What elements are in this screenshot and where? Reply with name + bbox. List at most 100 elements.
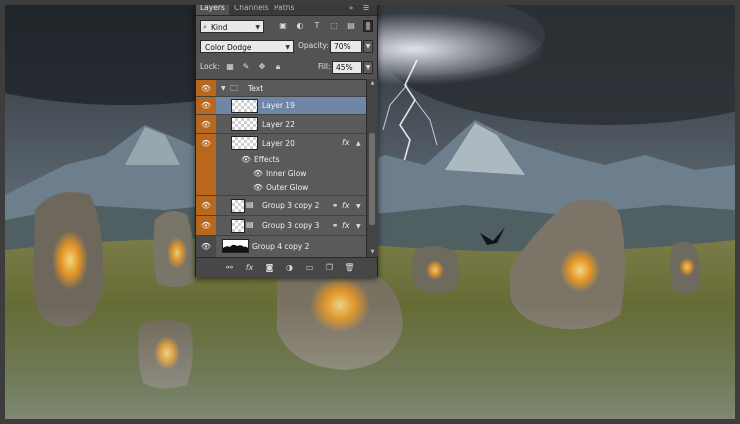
scroll-up-icon[interactable]: ▲ (367, 79, 378, 88)
visibility-cell: 👁︎ (196, 216, 216, 235)
opacity-input[interactable]: 70% (330, 40, 362, 53)
adjustment-layer-icon[interactable]: ◑ (284, 262, 295, 273)
eye-icon[interactable]: 👁︎ (252, 170, 264, 178)
fx-badge[interactable]: fx (342, 201, 350, 210)
search-icon: ⌕ (203, 23, 207, 31)
blend-row: Color Dodge ▼ Opacity: 70% ▼ (200, 39, 373, 55)
visibility-cell: 👁︎ (196, 115, 216, 133)
new-layer-icon[interactable]: ❐ (324, 262, 335, 273)
effect-inner-glow[interactable]: Inner Glow (266, 169, 306, 178)
fill-input[interactable]: 45% (332, 61, 362, 74)
lock-transparent-icon[interactable]: ▦ (225, 61, 235, 73)
new-group-icon[interactable]: ▭ (304, 262, 315, 273)
eye-icon[interactable]: 👁︎ (200, 102, 212, 110)
layers-panel: Layers Channels Paths » ☰ ⌕ Kind ▼ ▣ ◐ T… (195, 5, 378, 277)
chevron-down-icon[interactable]: ▼ (356, 203, 361, 210)
layer-name: Layer 20 (262, 139, 295, 148)
layer-row-text-group[interactable]: 👁︎ ▼ 🗀︎ Text (196, 80, 366, 97)
filter-toggle-switch[interactable] (363, 20, 373, 32)
layer-thumbnail (231, 117, 258, 131)
eye-icon[interactable]: 👁︎ (200, 243, 212, 251)
tab-paths[interactable]: Paths (270, 5, 298, 15)
visibility-cell: 👁︎ (196, 196, 216, 215)
add-mask-icon[interactable]: ◙ (264, 262, 275, 273)
layer-list-scrollbar[interactable]: ▲ ▼ (366, 79, 378, 257)
blend-mode-value: Color Dodge (205, 43, 252, 52)
chevron-down-icon: ▼ (255, 24, 260, 31)
chevron-up-icon[interactable]: ▲ (356, 140, 361, 147)
link-icon: ⚭ (332, 221, 339, 230)
kind-filter-select[interactable]: ⌕ Kind ▼ (200, 20, 264, 33)
trash-icon[interactable]: 🗑︎ (344, 262, 355, 273)
panel-tab-bar: Layers Channels Paths » ☰ (196, 5, 377, 16)
layer-name: Text (248, 84, 264, 93)
link-layers-icon[interactable]: ⚯ (224, 262, 235, 273)
layer-list: 👁︎ ▼ 🗀︎ Text 👁︎ Layer 19 👁︎ Layer 22 👁︎ … (196, 79, 366, 258)
visibility-cell: 👁︎ (196, 80, 216, 96)
layer-row-layer-22[interactable]: 👁︎ Layer 22 (196, 115, 366, 134)
window-frame: Layers Channels Paths » ☰ ⌕ Kind ▼ ▣ ◐ T… (0, 0, 740, 424)
tab-layers[interactable]: Layers (196, 5, 229, 15)
smart-object-filter-icon[interactable]: ▤ (346, 21, 356, 31)
chevron-down-icon: ▼ (285, 44, 290, 51)
eye-icon[interactable]: 👁︎ (200, 121, 212, 129)
kind-filter-label: Kind (211, 23, 228, 32)
folder-icon: 🗀︎ (230, 84, 238, 93)
shape-filter-icon[interactable]: ⬚ (329, 21, 339, 31)
tab-channels[interactable]: Channels (230, 5, 273, 15)
filter-row: ⌕ Kind ▼ ▣ ◐ T ⬚ ▤ (200, 19, 373, 35)
eye-icon[interactable]: 👁︎ (200, 85, 212, 93)
layer-thumbnail (231, 99, 258, 113)
pixel-filter-icon[interactable]: ▣ (278, 21, 288, 31)
effects-label: Effects (254, 155, 280, 164)
type-filter-icon[interactable]: T (312, 21, 322, 31)
fx-icon[interactable]: fx (244, 262, 255, 273)
fx-badge[interactable]: fx (342, 138, 350, 147)
visibility-cell: 👁︎ (196, 97, 216, 114)
layer-thumbnail (231, 136, 258, 150)
layer-thumbnail (231, 199, 245, 213)
visibility-cell: 👁︎ (196, 134, 216, 195)
layer-row-group-3-copy-3[interactable]: 👁︎ ▤ Group 3 copy 3 ⚭ fx ▼ (196, 216, 366, 236)
lock-position-icon[interactable]: ✥ (257, 61, 267, 73)
lock-all-icon[interactable]: 🔒︎ (273, 61, 283, 73)
eye-icon[interactable]: 👁︎ (200, 140, 212, 148)
layer-name: Group 3 copy 3 (262, 221, 320, 230)
scroll-down-icon[interactable]: ▼ (367, 248, 378, 257)
lock-image-icon[interactable]: ✎ (241, 61, 251, 73)
lock-label: Lock: (200, 62, 220, 71)
layer-name: Group 3 copy 2 (262, 201, 320, 210)
effect-outer-glow[interactable]: Outer Glow (266, 183, 308, 192)
panel-menu-icon[interactable]: ☰ (363, 5, 369, 15)
lock-row: Lock: ▦ ✎ ✥ 🔒︎ Fill: 45% ▼ (200, 60, 373, 76)
layer-thumbnail (231, 219, 245, 233)
layer-row-layer-20[interactable]: 👁︎ Layer 20 fx ▲ 👁︎ Effects 👁︎ Inner Glo… (196, 134, 366, 196)
layer-name: Group 4 copy 2 (252, 242, 310, 251)
layer-row-group-4-copy-2[interactable]: 👁︎ Group 4 copy 2 (196, 236, 366, 258)
smart-object-icon: ▤ (246, 220, 254, 229)
opacity-dropdown-icon[interactable]: ▼ (363, 40, 373, 53)
chevron-down-icon[interactable]: ▼ (221, 85, 226, 92)
adjustment-filter-icon[interactable]: ◐ (295, 21, 305, 31)
double-chevron-icon[interactable]: » (349, 5, 353, 15)
panel-tab-tools: » ☰ (347, 5, 377, 15)
chevron-down-icon[interactable]: ▼ (356, 223, 361, 230)
visibility-cell: 👁︎ (196, 236, 216, 258)
layer-row-group-3-copy-2[interactable]: 👁︎ ▤ Group 3 copy 2 ⚭ fx ▼ (196, 196, 366, 216)
fill-label: Fill: (318, 62, 331, 71)
layer-row-layer-19[interactable]: 👁︎ Layer 19 (196, 97, 366, 115)
opacity-label: Opacity: (298, 41, 329, 50)
fx-badge[interactable]: fx (342, 221, 350, 230)
smart-object-icon: ▤ (246, 200, 254, 209)
eye-icon[interactable]: 👁︎ (252, 184, 264, 192)
eye-icon[interactable]: 👁︎ (200, 222, 212, 230)
layer-name: Layer 22 (262, 120, 295, 129)
layer-name: Layer 19 (262, 101, 295, 110)
mask-thumbnail (222, 239, 249, 253)
eye-icon[interactable]: 👁︎ (200, 202, 212, 210)
scrollbar-thumb[interactable] (369, 133, 375, 225)
blend-mode-select[interactable]: Color Dodge ▼ (200, 40, 294, 53)
fill-dropdown-icon[interactable]: ▼ (363, 61, 373, 74)
eye-icon[interactable]: 👁︎ (240, 156, 252, 164)
mask-silhouette (223, 244, 248, 252)
